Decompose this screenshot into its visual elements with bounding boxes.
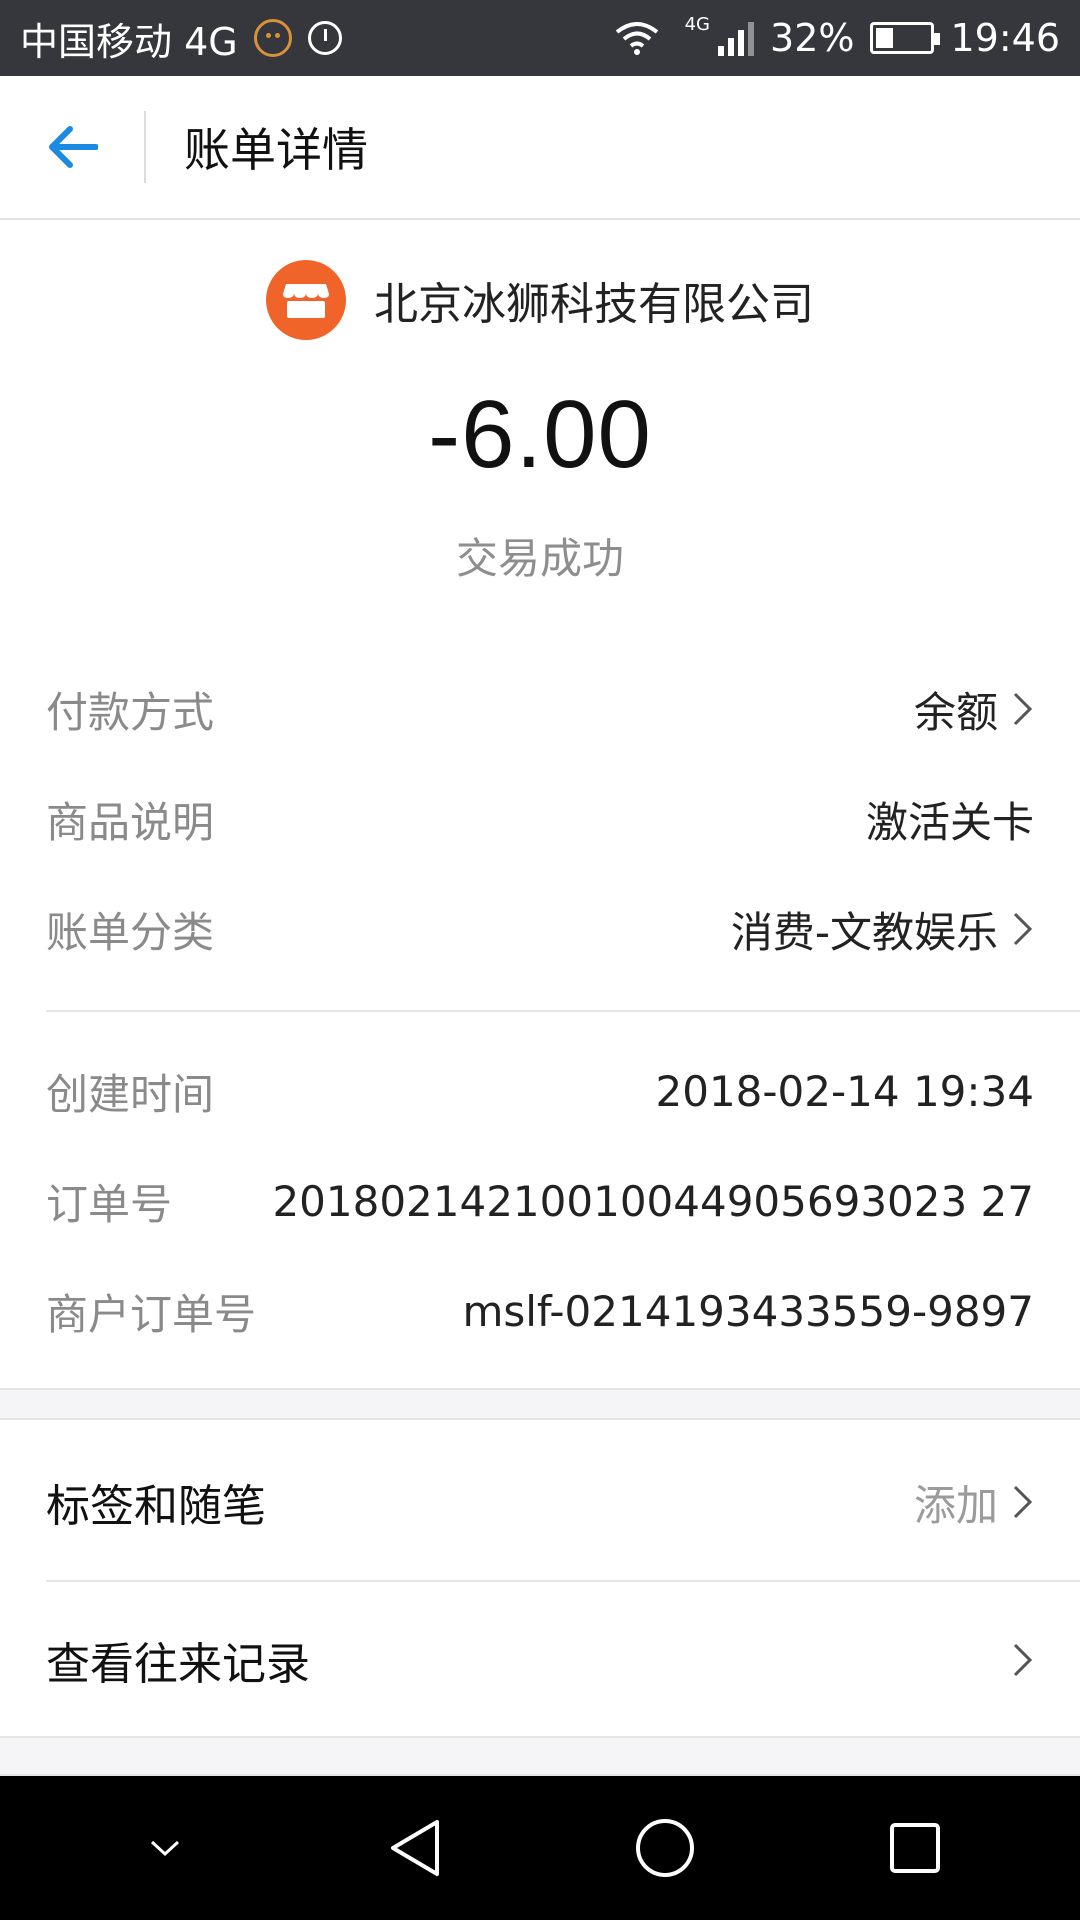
system-nav-bar bbox=[0, 1776, 1080, 1920]
detail-value: 添加 bbox=[914, 1472, 1034, 1533]
carrier-text: 中国移动 4G bbox=[20, 19, 238, 64]
detail-label: 创建时间 bbox=[46, 1069, 215, 1119]
back-arrow-icon bbox=[49, 126, 98, 168]
detail-value: 消费-文教娱乐 bbox=[731, 899, 1034, 960]
detail-label: 付款方式 bbox=[46, 687, 215, 737]
chevron-down-icon bbox=[150, 1840, 180, 1857]
chevron-right-icon bbox=[1013, 692, 1033, 726]
tags-notes-label: 标签和随笔 bbox=[46, 1481, 266, 1532]
section-divider bbox=[46, 1010, 1080, 1012]
collapse-button[interactable] bbox=[105, 1788, 225, 1908]
battery-icon bbox=[870, 22, 941, 54]
detail-row-bill-category[interactable]: 账单分类 消费-文教娱乐 bbox=[46, 874, 1034, 984]
transaction-amount: -6.00 bbox=[428, 381, 652, 488]
nav-home-button[interactable] bbox=[605, 1788, 725, 1908]
status-bar: 中国移动 4G 4G 32% 19:46 bbox=[0, 0, 1080, 76]
view-history-row[interactable]: 查看往来记录 bbox=[46, 1604, 1034, 1716]
detail-row-merchant-order-number: 商户订单号 mslf-0214193433559-9897 bbox=[46, 1256, 1034, 1366]
detail-label: 订单号 bbox=[46, 1179, 173, 1229]
transaction-summary: 北京冰狮科技有限公司 -6.00 交易成功 bbox=[0, 220, 1080, 620]
emoji-notification-icon bbox=[253, 19, 292, 57]
add-tag-link[interactable]: 添加 bbox=[914, 1472, 998, 1533]
transaction-status: 交易成功 bbox=[455, 534, 624, 583]
battery-percent: 32% bbox=[770, 16, 855, 60]
header-divider bbox=[144, 111, 146, 183]
detail-row-product-description: 商品说明 激活关卡 bbox=[46, 764, 1034, 874]
page-title: 账单详情 bbox=[184, 123, 368, 177]
clock: 19:46 bbox=[950, 16, 1060, 60]
merchant-name: 北京冰狮科技有限公司 bbox=[374, 279, 814, 330]
chevron-right-icon bbox=[1013, 1643, 1033, 1677]
status-left: 中国移动 4G bbox=[20, 11, 342, 66]
signal-icon bbox=[718, 20, 755, 56]
screen: 中国移动 4G 4G 32% 19:46 账单详情 北京冰狮科技有限公司 -6.… bbox=[0, 0, 1080, 1920]
square-recents-icon bbox=[890, 1823, 940, 1873]
product-description-value: 激活关卡 bbox=[865, 797, 1034, 847]
detail-label: 账单分类 bbox=[46, 907, 215, 957]
nav-recents-button[interactable] bbox=[855, 1788, 975, 1908]
section-gap bbox=[0, 1388, 1080, 1420]
detail-row-order-number: 订单号 20180214210010044905693023 27 bbox=[46, 1146, 1034, 1256]
detail-label: 商品说明 bbox=[46, 797, 215, 847]
app-header: 账单详情 bbox=[0, 76, 1080, 220]
timer-icon bbox=[307, 21, 342, 55]
circle-home-icon bbox=[636, 1819, 694, 1877]
merchant-order-number-value: mslf-0214193433559-9897 bbox=[462, 1286, 1034, 1336]
nav-back-button[interactable] bbox=[355, 1788, 475, 1908]
status-right: 4G 32% 19:46 bbox=[613, 13, 1060, 60]
created-time-value: 2018-02-14 19:34 bbox=[655, 1066, 1034, 1116]
detail-row-payment-method[interactable]: 付款方式 余额 bbox=[46, 654, 1034, 764]
wifi-icon bbox=[615, 22, 658, 55]
store-icon bbox=[266, 260, 346, 340]
detail-row-created-time: 创建时间 2018-02-14 19:34 bbox=[46, 1036, 1034, 1146]
triangle-back-icon bbox=[391, 1820, 439, 1876]
action-divider bbox=[46, 1580, 1080, 1582]
back-button[interactable] bbox=[0, 75, 144, 219]
merchant[interactable]: 北京冰狮科技有限公司 bbox=[0, 260, 1080, 340]
chevron-right-icon bbox=[1013, 912, 1033, 946]
order-number-value: 20180214210010044905693023 27 bbox=[272, 1176, 1034, 1226]
view-history-label: 查看往来记录 bbox=[46, 1639, 310, 1690]
detail-value: 余额 bbox=[914, 679, 1034, 740]
detail-label: 商户订单号 bbox=[46, 1289, 257, 1339]
chevron-right-icon bbox=[1013, 1485, 1033, 1519]
bill-category-value: 消费-文教娱乐 bbox=[730, 907, 998, 957]
network-type-badge: 4G bbox=[684, 13, 711, 35]
payment-method-value: 余额 bbox=[913, 687, 998, 737]
tags-notes-row[interactable]: 标签和随笔 添加 bbox=[46, 1446, 1034, 1558]
bottom-gap bbox=[0, 1736, 1080, 1776]
detail-value bbox=[1012, 1642, 1034, 1678]
